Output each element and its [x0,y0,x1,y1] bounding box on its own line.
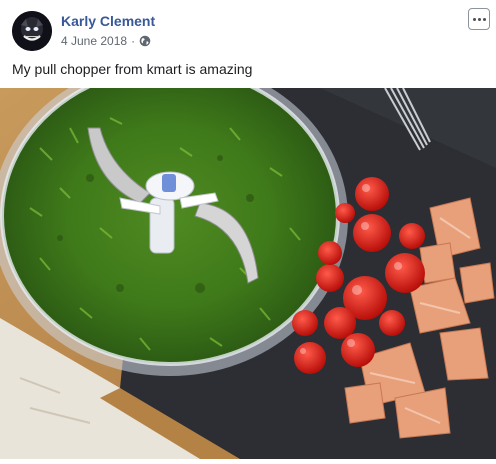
more-options-icon-dot [482,17,486,21]
author-name[interactable]: Karly Clement [61,13,155,29]
more-options-button[interactable] [468,8,490,30]
post-text: My pull chopper from kmart is amazing [12,61,253,77]
globe-icon[interactable] [139,35,151,47]
more-options-icon [472,17,476,21]
meta-separator: · [131,34,136,48]
post-header: Karly Clement 4 June 2018 · My pull chop… [0,0,496,88]
photo-illustration [0,60,496,459]
post-photo[interactable] [0,60,496,459]
post-date[interactable]: 4 June 2018 [61,34,127,48]
avatar[interactable] [12,11,52,51]
more-options-icon-dot [477,17,481,21]
post-meta: 4 June 2018 · [61,34,151,48]
